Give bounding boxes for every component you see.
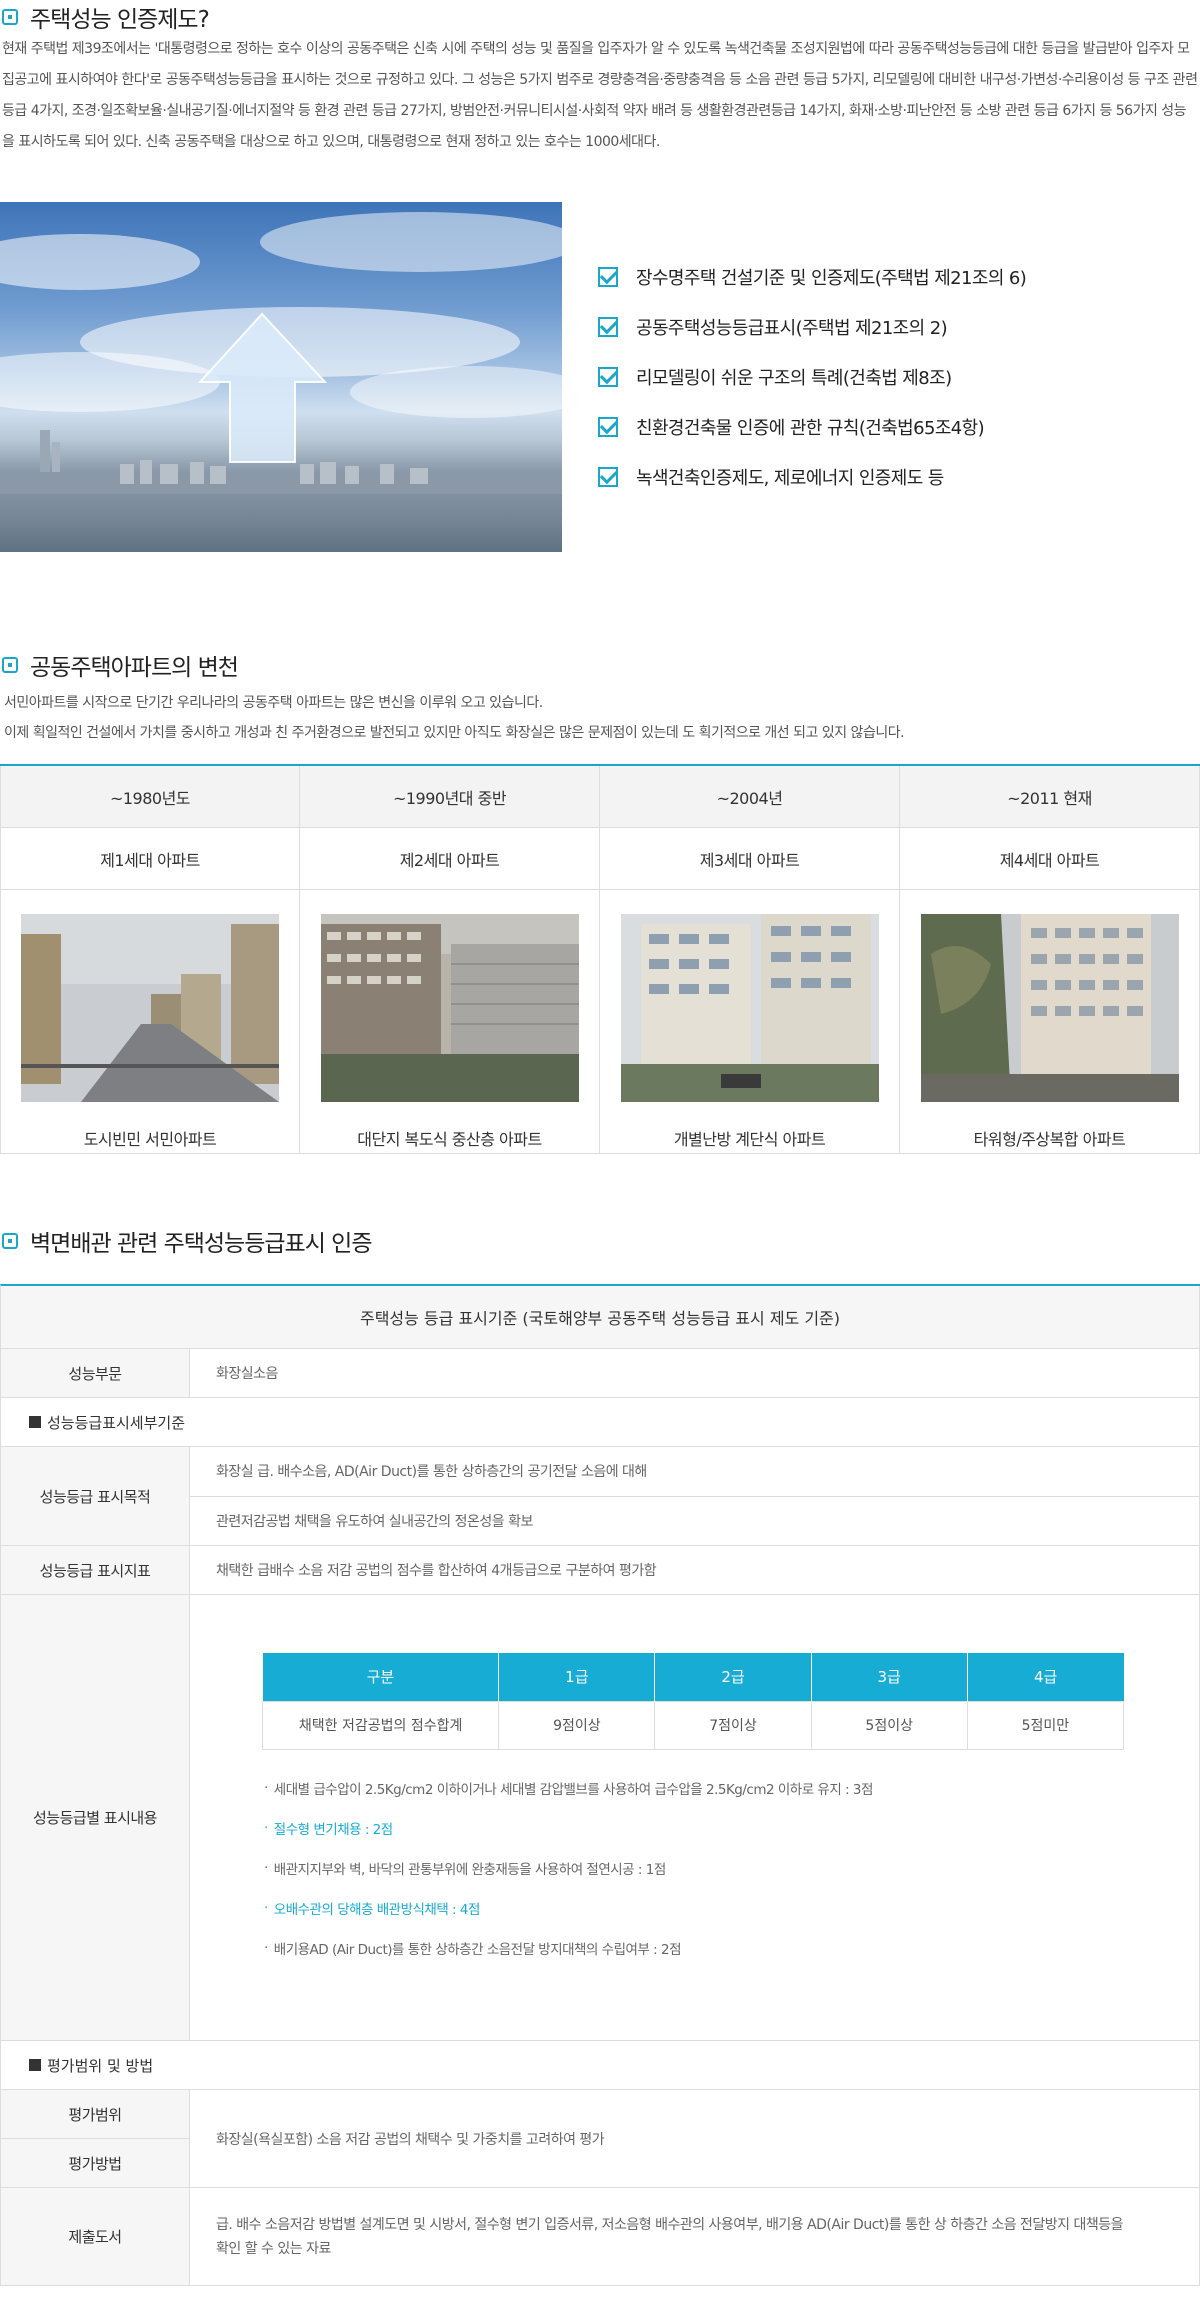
table-row: 성능등급 표시지표 채택한 급배수 소음 저감 공법의 점수를 합산하여 4개등… [1,1546,1200,1595]
checklist-item: 리모델링이 쉬운 구조의 특례(건축법 제8조) [598,352,1026,402]
section-title-row: 공동주택아파트의 변천 [0,648,1200,682]
section-housing-certification: 주택성능 인증제도? 현재 주택법 제39조에서는 '대통령령으로 정하는 호수… [0,0,1200,552]
section-bullet-icon [2,9,18,25]
row-label: 제출도서 [1,2188,190,2285]
era-caption: 도시빈민 서민아파트 [83,1130,217,1149]
row-label: 성능등급 표시지표 [1,1546,190,1594]
checkbox-checked-icon [598,317,618,337]
note-item: · 배관지지부와 벽, 바닥의 관통부위에 완충재등을 사용하여 절연시공 : 1… [264,1859,666,1878]
grade-cell: 5점이상 [810,1700,968,1750]
row-label: 성능등급별 표시내용 [1,1595,190,2040]
section-wall-pipe-certification: 벽면배관 관련 주택성능등급표시 인증 주택성능 등급 표시기준 (국토해양부 … [0,1224,1200,2286]
checkbox-checked-icon [598,267,618,287]
section-apartment-history: 공동주택아파트의 변천 서민아파트를 시작으로 단기간 우리나라의 공동주택 아… [0,648,1200,1154]
low-rise-apartment-photo [21,914,279,1102]
table-row: 성능등급별 표시내용 구분 1급 2급 3급 4급 채택한 저감공법의 점수합계… [1,1595,1200,2041]
section-bullet-icon [2,1233,18,1249]
row-value: 화장실소음 [190,1349,1200,1397]
row-label: 평가방법 [1,2139,189,2187]
era-generation: 제3세대 아파트 [600,828,900,890]
checkbox-checked-icon [598,367,618,387]
checklist: 장수명주택 건설기준 및 인증제도(주택법 제21조의 6) 공동주택성능등급표… [598,252,1027,502]
era-photo-cell: 타워형/주상복합 아파트 [900,890,1200,1154]
section-title: 벽면배관 관련 주택성능등급표시 인증 [30,1231,372,1257]
note-item-highlight: · 절수형 변기채용 : 2점 [264,1819,393,1838]
row-label: 성능부문 [1,1349,190,1397]
checkbox-checked-icon [598,417,618,437]
checklist-item: 친환경건축물 인증에 관한 규칙(건축법65조4항) [598,402,1026,452]
subhead: 성능등급표시세부기준 [1,1398,1200,1446]
era-generation: 제4세대 아파트 [900,828,1200,890]
corridor-apartment-photo [320,914,579,1102]
grade-cell: 채택한 저감공법의 점수합계 [261,1700,500,1750]
table-row: 성능등급 표시목적 화장실 급. 배수소음, AD(Air Duct)를 통한 … [1,1447,1200,1546]
era-year: ~1990년대 중반 [300,766,600,828]
checklist-item: 녹색건축인증제도, 제로에너지 인증제도 등 [598,452,1026,502]
era-caption: 대단지 복도식 중산층 아파트 [357,1130,542,1149]
grade-content: 구분 1급 2급 3급 4급 채택한 저감공법의 점수합계 9점이상 7점이상 [190,1595,1200,2040]
table-row: 성능부문 화장실소음 [1,1349,1200,1398]
certification-table: 주택성능 등급 표시기준 (국토해양부 공동주택 성능등급 표시 제도 기준) … [0,1284,1200,2286]
note-item-highlight: · 오배수관의 당해층 배관방식채택 : 4점 [264,1899,480,1918]
grade-cell: 7점이상 [654,1700,812,1750]
note-item: · 배기용AD (Air Duct)를 통한 상하층간 소음전달 방지대책의 수립… [264,1939,682,1958]
table-header: 주택성능 등급 표시기준 (국토해양부 공동주택 성능등급 표시 제도 기준) [1,1286,1200,1348]
table-row: 제출도서 급. 배수 소음저감 방법별 설계도면 및 시방서, 절수형 변기 입… [1,2188,1200,2286]
grade-cell: 9점이상 [498,1700,656,1750]
grade-header: 3급 [811,1653,968,1701]
era-photo-cell: 대단지 복도식 중산층 아파트 [300,890,600,1154]
era-photo-cell: 도시빈민 서민아파트 [0,890,300,1154]
section-title: 공동주택아파트의 변천 [30,655,239,681]
section-title-row: 주택성능 인증제도? [0,0,1200,34]
hero-block: 장수명주택 건설기준 및 인증제도(주택법 제21조의 6) 공동주택성능등급표… [0,202,1200,552]
square-bullet-icon [29,1416,41,1428]
era-generation: 제2세대 아파트 [300,828,600,890]
history-line: 서민아파트를 시작으로 단기간 우리나라의 공동주택 아파트는 많은 변신을 이… [4,695,543,711]
tower-apartment-photo [920,914,1179,1102]
era-year: ~2011 현재 [900,766,1200,828]
section-title-row: 벽면배관 관련 주택성능등급표시 인증 [0,1224,1200,1258]
grade-header: 2급 [654,1653,812,1701]
subhead-row: 평가범위 및 방법 [1,2041,1200,2090]
era-year: ~1980년도 [0,766,300,828]
subhead: 평가범위 및 방법 [1,2041,1200,2089]
row-value: 채택한 급배수 소음 저감 공법의 점수를 합산하여 4개등급으로 구분하여 평… [190,1546,1200,1594]
grade-header: 1급 [498,1653,656,1701]
era-year: ~2004년 [600,766,900,828]
row-label: 성능등급 표시목적 [1,1447,190,1545]
row-value: 화장실(욕실포함) 소음 저감 공법의 채택수 및 가중치를 고려하여 평가 [190,2090,1200,2187]
staircase-apartment-photo [620,914,879,1102]
era-photo-cell: 개별난방 계단식 아파트 [600,890,900,1154]
row-value: 화장실 급. 배수소음, AD(Air Duct)를 통한 상하층간의 공기전달… [190,1447,1200,1497]
checkbox-checked-icon [598,467,618,487]
table-row: 평가범위 평가방법 화장실(욕실포함) 소음 저감 공법의 채택수 및 가중치를… [1,2090,1200,2188]
square-bullet-icon [29,2059,41,2071]
era-caption: 개별난방 계단식 아파트 [673,1130,826,1149]
era-generation: 제1세대 아파트 [0,828,300,890]
intro-paragraph: 현재 주택법 제39조에서는 '대통령령으로 정하는 호수 이상의 공동주택은 … [2,41,1198,150]
note-item: · 세대별 급수압이 2.5Kg/cm2 이하이거나 세대별 감압밸브를 사용하여… [264,1779,873,1798]
city-sky-arrow-image [0,202,562,552]
section-title: 주택성능 인증제도? [30,7,210,33]
grade-cell: 5점미만 [966,1700,1125,1750]
table-header-row: 주택성능 등급 표시기준 (국토해양부 공동주택 성능등급 표시 제도 기준) [1,1286,1200,1349]
grade-table: 구분 1급 2급 3급 4급 채택한 저감공법의 점수합계 9점이상 7점이상 [261,1653,1125,1750]
history-line: 이제 획일적인 건설에서 가치를 중시하고 개성과 친 주거환경으로 발전되고 … [4,725,905,741]
subhead-row: 성능등급표시세부기준 [1,1398,1200,1447]
row-value: 관련저감공법 채택을 유도하여 실내공간의 정온성을 확보 [190,1496,1200,1545]
row-values: 화장실 급. 배수소음, AD(Air Duct)를 통한 상하층간의 공기전달… [190,1447,1200,1545]
era-caption: 타워형/주상복합 아파트 [973,1130,1126,1149]
row-labels: 평가범위 평가방법 [1,2090,190,2187]
checklist-item: 공동주택성능등급표시(주택법 제21조의 2) [598,302,1026,352]
grade-header: 구분 [262,1653,500,1701]
grade-header: 4급 [967,1653,1124,1701]
checklist-item: 장수명주택 건설기준 및 인증제도(주택법 제21조의 6) [598,252,1027,302]
grade-row: 채택한 저감공법의 점수합계 9점이상 7점이상 5점이상 5점미만 [261,1700,1125,1750]
score-notes: · 세대별 급수압이 2.5Kg/cm2 이하이거나 세대별 감압밸브를 사용하여… [262,1768,1199,1968]
section-bullet-icon [2,657,18,673]
row-value: 급. 배수 소음저감 방법별 설계도면 및 시방서, 절수형 변기 입증서류, … [190,2188,1200,2285]
apartment-evolution-table: ~1980년도 ~1990년대 중반 ~2004년 ~2011 현재 제1세대 … [0,764,1200,1154]
row-label: 평가범위 [1,2090,189,2139]
